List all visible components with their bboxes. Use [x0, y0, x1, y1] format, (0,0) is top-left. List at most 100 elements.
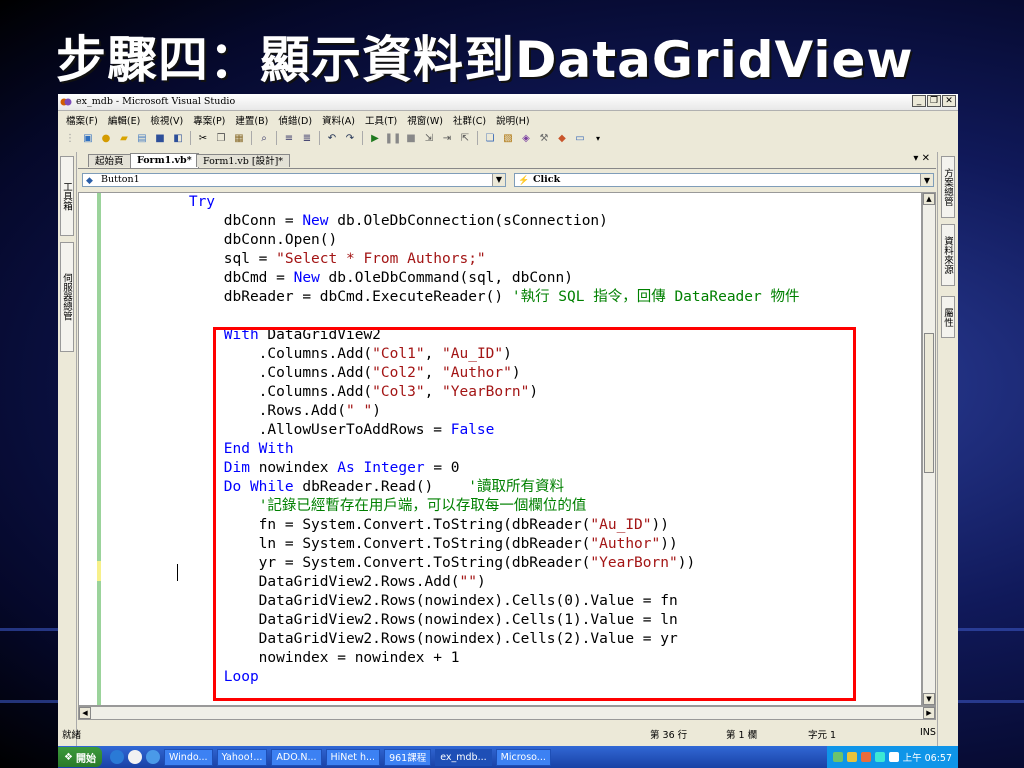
scroll-up-icon[interactable]: ▲: [923, 193, 935, 205]
tab-form1-code[interactable]: Form1.vb*: [130, 153, 199, 168]
taskbar-button[interactable]: HiNet h...: [325, 748, 381, 766]
start-label: 開始: [75, 753, 96, 765]
volume-icon[interactable]: [888, 752, 899, 762]
horizontal-scrollbar[interactable]: ◀ ▶: [78, 706, 936, 720]
scroll-left-icon[interactable]: ◀: [79, 707, 91, 719]
add-item-icon[interactable]: ●: [98, 130, 114, 146]
tab-form1-design[interactable]: Form1.vb [設計]*: [196, 154, 291, 167]
solution-explorer-icon[interactable]: ❏: [482, 130, 498, 146]
taskbar-button[interactable]: Microso...: [495, 748, 551, 766]
menu-bar: 檔案(F) 編輯(E) 檢視(V) 專案(P) 建置(B) 偵錯(D) 資料(A) 工具(T)…: [58, 111, 958, 127]
tab-controls[interactable]: ▾ ✕: [913, 153, 930, 164]
menu-item[interactable]: 視窗(W): [403, 111, 449, 127]
code-text: ): [529, 384, 539, 400]
code-text: dbCmd =: [119, 270, 294, 286]
show-desktop-icon[interactable]: [127, 750, 142, 764]
menu-item[interactable]: 偵錯(D): [274, 111, 318, 127]
media-icon[interactable]: [145, 750, 160, 764]
toolbox-tab[interactable]: 工具箱: [60, 156, 74, 236]
other-windows-icon[interactable]: ▭: [572, 130, 588, 146]
open-file-icon[interactable]: ▰: [116, 130, 132, 146]
taskbar-button[interactable]: Windo...: [163, 748, 213, 766]
code-string: "": [459, 574, 477, 590]
menu-item[interactable]: 社群(C): [449, 111, 492, 127]
code-editor[interactable]: Try dbConn = New db.OleDbConnection(sCon…: [78, 192, 922, 706]
code-keyword: Try: [188, 194, 216, 210]
toolbar-separator: [190, 131, 191, 145]
menu-item[interactable]: 檢視(V): [146, 111, 189, 127]
taskbar-button[interactable]: Yahoo!...: [216, 748, 268, 766]
properties-tab[interactable]: 屬性: [941, 296, 955, 338]
title-bar[interactable]: ex_mdb - Microsoft Visual Studio _ ❐ ✕: [58, 94, 958, 111]
toolbar-separator: [251, 131, 252, 145]
code-line: dbCmd = New db.OleDbCommand(sql, dbConn): [119, 269, 573, 288]
minimize-button[interactable]: _: [912, 95, 926, 107]
paste-icon[interactable]: ▦: [231, 130, 247, 146]
code-text: dbReader.Read(): [293, 479, 469, 495]
comment-icon[interactable]: ≡: [281, 130, 297, 146]
code-string: "Au_ID": [442, 346, 504, 362]
copy-icon[interactable]: ❐: [213, 130, 229, 146]
close-button[interactable]: ✕: [942, 95, 956, 107]
taskbar-button[interactable]: 961課程: [384, 748, 432, 766]
navigation-bar: ◆ Button1 ▼ ⚡ Click ▼: [78, 170, 934, 190]
code-string: "Col1": [372, 346, 425, 362]
toolbox-icon[interactable]: ⚒: [536, 130, 552, 146]
maximize-button[interactable]: ❐: [927, 95, 941, 107]
event-combo[interactable]: ⚡ Click ▼: [514, 173, 934, 187]
menu-item[interactable]: 工具(T): [361, 111, 403, 127]
server-explorer-tab[interactable]: 伺服器總管: [60, 242, 74, 352]
taskbar-button[interactable]: ADO.N...: [271, 748, 322, 766]
start-button[interactable]: ❖ 開始: [58, 747, 102, 767]
change-tracking-bar: [97, 193, 101, 705]
start-debugging-icon[interactable]: ▶: [367, 130, 383, 146]
code-string: "Au_ID": [590, 517, 652, 533]
tray-icon[interactable]: [832, 752, 843, 762]
pause-icon[interactable]: ❚❚: [385, 130, 402, 146]
uncomment-icon[interactable]: ≣: [299, 130, 315, 146]
save-icon[interactable]: ■: [152, 130, 168, 146]
tray-icon[interactable]: [846, 752, 857, 762]
tab-start-page[interactable]: 起始頁: [88, 154, 131, 167]
menu-item[interactable]: 建置(B): [231, 111, 274, 127]
event-lightning-icon: ⚡: [518, 176, 530, 186]
tray-icon[interactable]: [874, 752, 885, 762]
object-browser-icon[interactable]: ◈: [518, 130, 534, 146]
code-line: dbConn.Open(): [119, 231, 338, 250]
standard-toolbar: ⋮ ▣ ● ▰ ▤ ■ ◧ ✂ ❐ ▦ ⌕ ≡ ≣ ↶ ↷ ▶ ❚❚ ■ ⇲ ⇥…: [58, 128, 958, 148]
menu-item[interactable]: 資料(A): [318, 111, 361, 127]
find-icon[interactable]: ⌕: [256, 130, 272, 146]
code-text: ): [503, 346, 512, 362]
step-over-icon[interactable]: ⇥: [439, 130, 455, 146]
menu-item[interactable]: 專案(P): [189, 111, 231, 127]
ie-icon[interactable]: [109, 750, 124, 764]
properties-window-icon[interactable]: ▧: [500, 130, 516, 146]
add-new-item-icon[interactable]: ▤: [134, 130, 150, 146]
stop-icon[interactable]: ■: [403, 130, 419, 146]
start-page-icon[interactable]: ◆: [554, 130, 570, 146]
redo-icon[interactable]: ↷: [342, 130, 358, 146]
solution-explorer-tab[interactable]: 方案總管: [941, 156, 955, 218]
scroll-right-icon[interactable]: ▶: [923, 707, 935, 719]
scroll-down-icon[interactable]: ▼: [923, 693, 935, 705]
data-sources-tab[interactable]: 資料來源: [941, 224, 955, 286]
toolbar-options-icon[interactable]: ▾: [590, 130, 606, 146]
vertical-scrollbar[interactable]: ▲ ▼: [922, 192, 936, 706]
scroll-thumb[interactable]: [924, 333, 934, 473]
taskbar-button[interactable]: ex_mdb...: [435, 748, 492, 766]
step-into-icon[interactable]: ⇲: [421, 130, 437, 146]
new-project-icon[interactable]: ▣: [80, 130, 96, 146]
tray-icon[interactable]: [860, 752, 871, 762]
undo-icon[interactable]: ↶: [324, 130, 340, 146]
object-combo[interactable]: ◆ Button1 ▼: [82, 173, 506, 187]
code-line: .AllowUserToAddRows = False: [119, 421, 495, 440]
menu-item[interactable]: 檔案(F): [62, 111, 104, 127]
save-all-icon[interactable]: ◧: [170, 130, 186, 146]
cut-icon[interactable]: ✂: [195, 130, 211, 146]
menu-item[interactable]: 說明(H): [492, 111, 536, 127]
code-string: " ": [345, 403, 373, 419]
code-text: ): [372, 403, 381, 419]
step-out-icon[interactable]: ⇱: [457, 130, 473, 146]
code-text: dbReader = dbCmd.ExecuteReader(): [119, 289, 512, 305]
menu-item[interactable]: 編輯(E): [104, 111, 146, 127]
